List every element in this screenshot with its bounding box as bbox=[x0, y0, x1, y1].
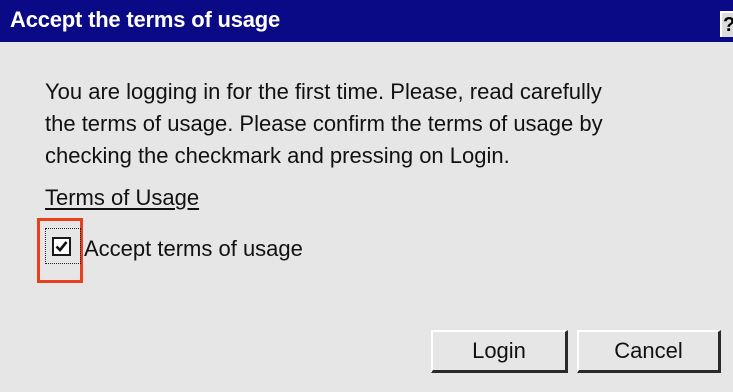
dialog-title: Accept the terms of usage bbox=[10, 7, 281, 32]
message-line: checking the checkmark and pressing on L… bbox=[45, 143, 510, 168]
help-icon: ? bbox=[723, 13, 733, 37]
instruction-message: You are logging in for the first time. P… bbox=[45, 76, 685, 172]
message-line: the terms of usage. Please confirm the t… bbox=[45, 111, 603, 136]
cancel-button[interactable]: Cancel bbox=[577, 330, 721, 373]
login-button[interactable]: Login bbox=[431, 330, 568, 373]
checkmark-icon bbox=[55, 241, 68, 252]
help-button[interactable]: ? bbox=[720, 11, 733, 37]
accept-terms-checkbox[interactable] bbox=[52, 237, 71, 256]
terms-of-usage-link[interactable]: Terms of Usage bbox=[45, 185, 199, 211]
title-bar: Accept the terms of usage ? bbox=[0, 0, 733, 42]
terms-dialog: Accept the terms of usage ? You are logg… bbox=[0, 0, 733, 392]
message-line: You are logging in for the first time. P… bbox=[45, 79, 602, 104]
accept-terms-label[interactable]: Accept terms of usage bbox=[84, 236, 303, 262]
checkbox-focus-outline bbox=[45, 228, 81, 264]
